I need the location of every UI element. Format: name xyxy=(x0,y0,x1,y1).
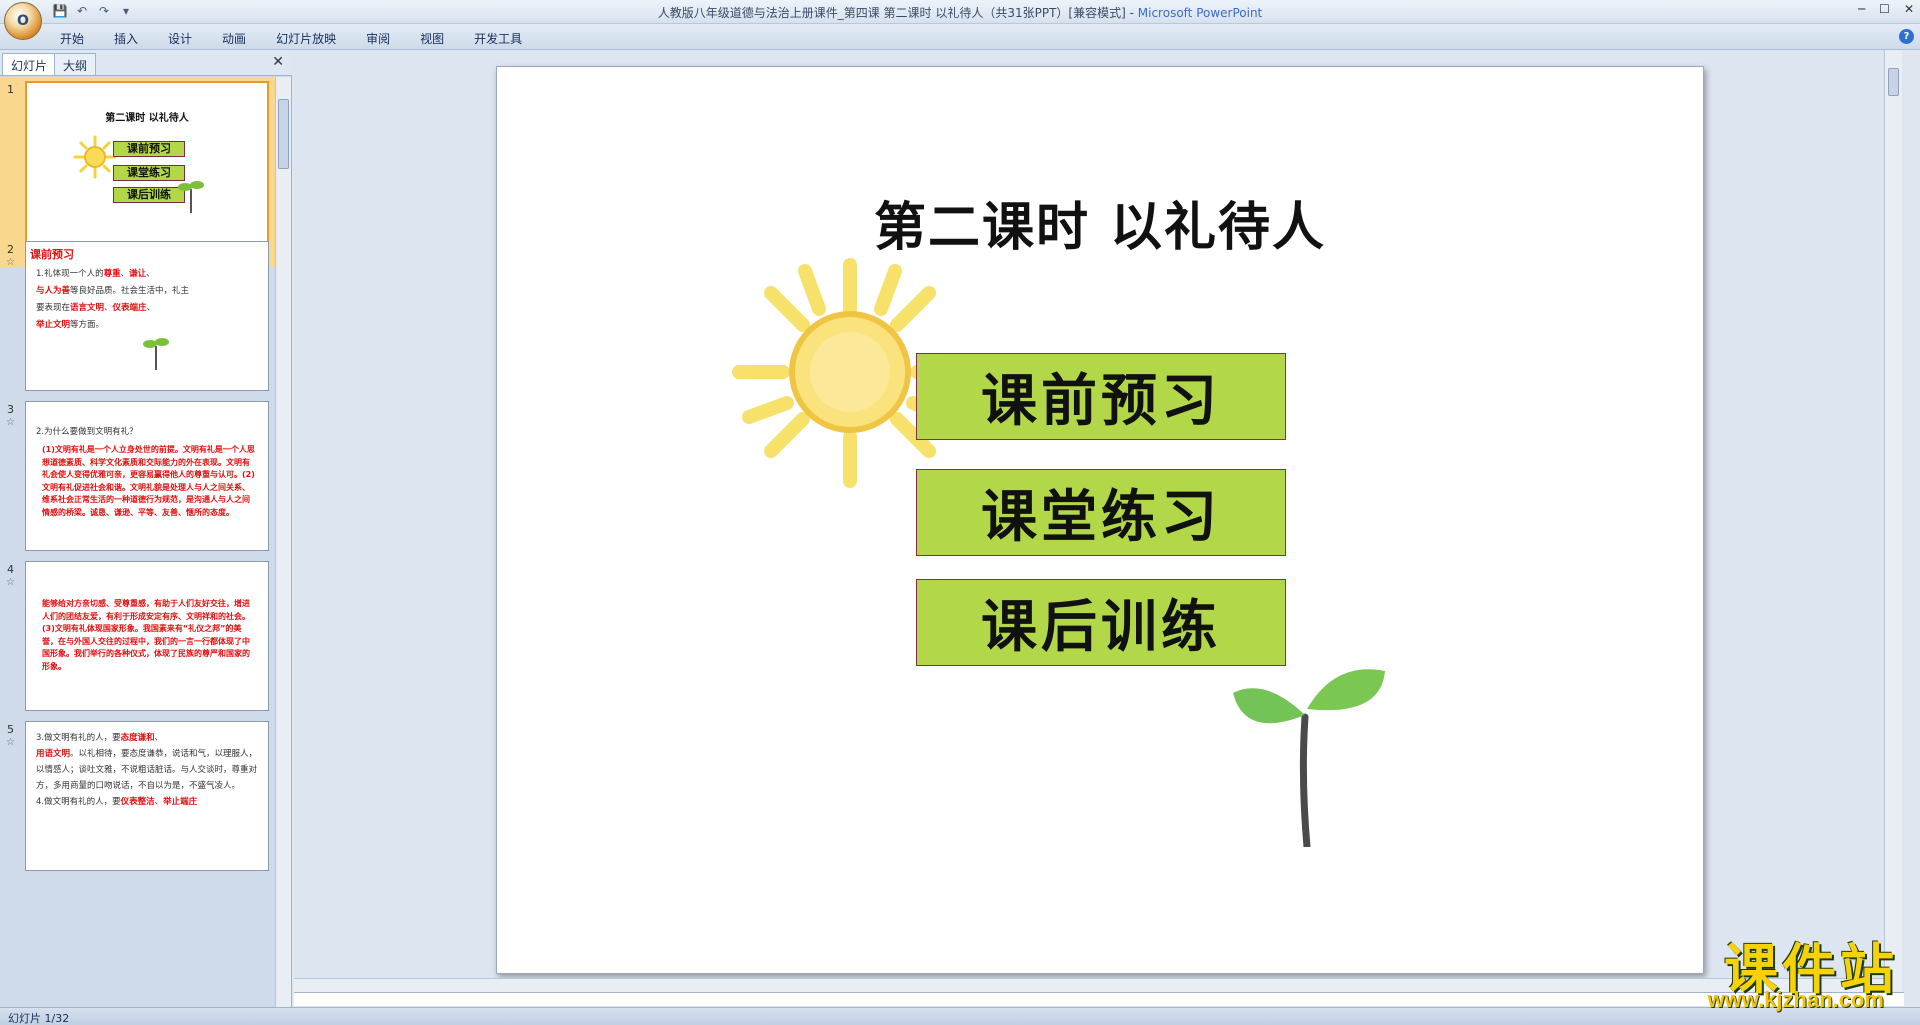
slide-title[interactable]: 第二课时 以礼待人 xyxy=(497,185,1703,260)
ribbon-tab[interactable]: 插入 xyxy=(114,30,138,47)
thumb-button: 课后训练 xyxy=(113,187,185,203)
thumbnail-frame: 能够给对方亲切感、受尊重感，有助于人们友好交往，增进人们的团结友爱，有利于形成安… xyxy=(25,561,269,711)
thumb-body: 1.礼体现一个人的尊重、谦让、 与人为善等良好品质。社会生活中，礼主 要表现在语… xyxy=(36,269,190,330)
thumb-question: 2.为什么要做到文明有礼？ xyxy=(36,427,138,437)
thumb-blank: 仪表端庄 xyxy=(112,303,147,313)
tab-slides[interactable]: 幻灯片 xyxy=(2,53,57,75)
ribbon-tab[interactable]: 开发工具 xyxy=(474,30,522,47)
slide-indicator: 幻灯片 1/32 xyxy=(8,1012,70,1025)
thumbnail-frame: 3.做文明有礼的人，要态度谦和、 用语文明。以礼相待，要态度谦恭，说话和气，以理… xyxy=(25,721,269,871)
thumb-blank: 仪表整洁 xyxy=(120,797,155,807)
window-controls: ─ ☐ ✕ xyxy=(1858,2,1914,16)
title-bar: 💾 ↶ ↷ ▾ 人教版八年级道德与法治上册课件_第四课 第二课时 以礼待人（共3… xyxy=(0,0,1920,24)
sun-icon xyxy=(73,135,117,179)
thumb-blank: 尊重 xyxy=(103,269,121,279)
ribbon-tabs: 开始 插入 设计 动画 幻灯片放映 审阅 视图 开发工具 ? xyxy=(0,24,1920,50)
animation-star-icon: ☆ xyxy=(6,417,15,428)
thumb-text: 等良好品质。社会生活中，礼主 xyxy=(70,286,190,296)
thumb-blank: 语言文明 xyxy=(70,303,105,313)
office-button[interactable]: O xyxy=(4,2,42,40)
thumb-answer: 能够给对方亲切感、受尊重感，有助于人们友好交往，增进人们的团结友爱，有利于形成安… xyxy=(42,599,250,671)
window-title: 人教版八年级道德与法治上册课件_第四课 第二课时 以礼待人（共31张PPT）[兼… xyxy=(0,4,1920,21)
thumb-blank: 与人为善 xyxy=(36,286,71,296)
thumb-title: 第二课时 以礼待人 xyxy=(105,113,189,124)
close-panel-icon[interactable]: ✕ xyxy=(272,54,284,70)
watermark-url: www.kjzhan.com xyxy=(1707,987,1884,1012)
scrollbar-thumb[interactable] xyxy=(1888,68,1899,96)
document-title: 人教版八年级道德与法治上册课件_第四课 第二课时 以礼待人（共31张PPT）[兼… xyxy=(657,6,1126,20)
animation-star-icon: ☆ xyxy=(6,737,15,748)
thumbnail-frame: 2.为什么要做到文明有礼？ (1)文明有礼是一个人立身处世的前提。文明有礼是一个… xyxy=(25,401,269,551)
title-separator: - xyxy=(1125,6,1138,20)
close-window-icon[interactable]: ✕ xyxy=(1904,2,1914,16)
tab-outline[interactable]: 大纲 xyxy=(54,53,97,75)
after-class-button[interactable]: 课后训练 xyxy=(916,579,1286,666)
help-icon[interactable]: ? xyxy=(1899,29,1914,44)
ribbon-tab[interactable]: 审阅 xyxy=(366,30,390,47)
thumb-text: 1.礼体现一个人的 xyxy=(36,269,104,279)
slide-vertical-scrollbar[interactable] xyxy=(1884,50,1902,992)
slide-thumbnail-5[interactable]: 5 ☆ 3.做文明有礼的人，要态度谦和、 用语文明。以礼相待，要态度谦恭，说话和… xyxy=(0,717,276,907)
thumb-text: 等方面。 xyxy=(70,320,105,330)
sprout-icon xyxy=(143,338,169,370)
watermark: 课件站 www.kjzhan.com xyxy=(1658,925,1898,1012)
thumb-blank: 举止端庄 xyxy=(163,797,198,807)
ribbon-tab[interactable]: 开始 xyxy=(60,30,84,47)
slides-panel: 幻灯片 大纲 ✕ 1 第二课时 以礼待人 课前预习 课堂练习 课后训练 2 ☆ … xyxy=(0,50,292,1007)
thumb-button: 课前预习 xyxy=(113,141,185,157)
thumb-body: 3.做文明有礼的人，要态度谦和、 用语文明。以礼相待，要态度谦恭，说话和气，以理… xyxy=(36,733,258,807)
panel-tabs: 幻灯片 大纲 ✕ xyxy=(0,50,292,76)
ribbon-tab[interactable]: 视图 xyxy=(420,30,444,47)
slide-number: 2 xyxy=(7,243,14,256)
classroom-practice-button[interactable]: 课堂练习 xyxy=(916,469,1286,556)
thumb-blank: 举止文明 xyxy=(36,320,71,330)
slide-number: 5 xyxy=(7,723,14,736)
thumbnail-list: 1 第二课时 以礼待人 课前预习 课堂练习 课后训练 2 ☆ 课前预习 1.礼体… xyxy=(0,77,276,1007)
thumb-text: 要表现在 xyxy=(36,303,71,313)
ribbon-tab-list: 开始 插入 设计 动画 幻灯片放映 审阅 视图 开发工具 xyxy=(60,30,522,47)
slide-number: 4 xyxy=(7,563,14,576)
slide-editor: 第二课时 以礼待人 课前预习 课堂练习 课后训练 xyxy=(294,50,1902,992)
maximize-icon[interactable]: ☐ xyxy=(1879,2,1890,16)
thumbnail-frame: 课前预习 1.礼体现一个人的尊重、谦让、 与人为善等良好品质。社会生活中，礼主 … xyxy=(25,241,269,391)
thumb-text: 。以礼相待，要态度谦恭，说话和气，以理服人，以情感人；谈吐文雅，不说粗话脏话。与… xyxy=(36,749,258,791)
thumb-answer: (1)文明有礼是一个人立身处世的前提。文明有礼是一个人思想道德素质、科学文化素质… xyxy=(42,445,255,517)
current-slide[interactable]: 第二课时 以礼待人 课前预习 课堂练习 课后训练 xyxy=(496,66,1704,974)
thumbnail-scrollbar[interactable] xyxy=(275,77,291,1007)
slide-number: 3 xyxy=(7,403,14,416)
office-logo-icon: O xyxy=(17,13,29,29)
ribbon-tab[interactable]: 动画 xyxy=(222,30,246,47)
ribbon-tab[interactable]: 设计 xyxy=(168,30,192,47)
sprout-illustration xyxy=(1233,669,1385,847)
animation-star-icon: ☆ xyxy=(6,577,15,588)
thumb-text: 4.做文明有礼的人，要 xyxy=(36,797,121,807)
thumb-button: 课堂练习 xyxy=(113,165,185,181)
thumb-heading: 课前预习 xyxy=(30,248,74,261)
slide-horizontal-scrollbar[interactable] xyxy=(294,978,1884,992)
thumb-blank: 态度谦和 xyxy=(120,733,155,743)
thumb-blank: 用语文明 xyxy=(36,749,71,759)
preview-button[interactable]: 课前预习 xyxy=(916,353,1286,440)
thumb-blank: 谦让 xyxy=(129,269,147,279)
status-bar: 幻灯片 1/32 xyxy=(0,1007,1920,1025)
scrollbar-thumb[interactable] xyxy=(278,99,289,169)
minimize-icon[interactable]: ─ xyxy=(1858,2,1865,16)
slide-number: 1 xyxy=(7,83,14,96)
ribbon-tab[interactable]: 幻灯片放映 xyxy=(276,30,336,47)
animation-star-icon: ☆ xyxy=(6,257,15,268)
app-name: Microsoft PowerPoint xyxy=(1137,6,1263,20)
thumb-text: 3.做文明有礼的人，要 xyxy=(36,733,121,743)
sprout-icon xyxy=(178,181,204,213)
